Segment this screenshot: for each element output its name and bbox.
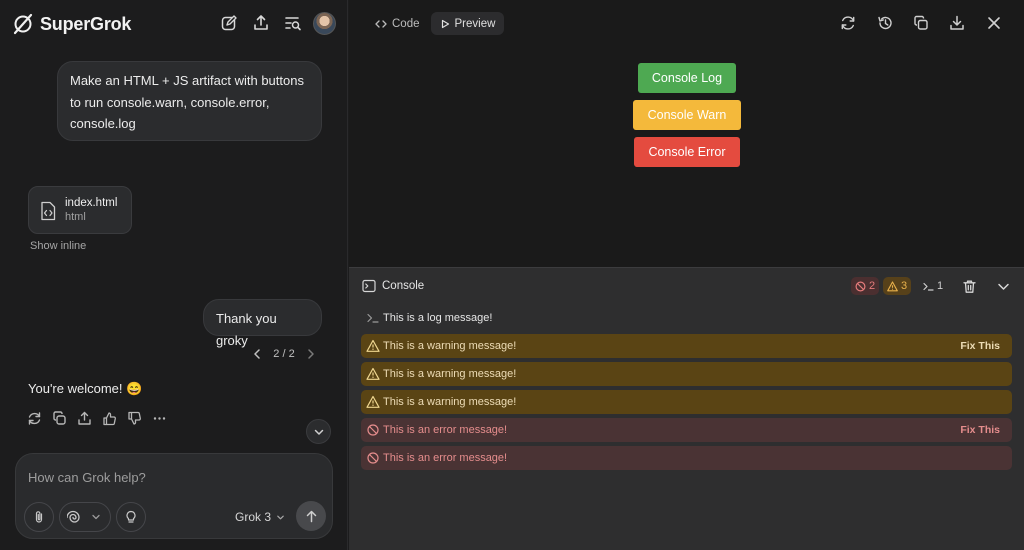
grok-logo-icon	[13, 13, 33, 35]
log-count-badge[interactable]: 1	[919, 277, 947, 295]
supergrok-logo[interactable]: SuperGrok	[12, 12, 131, 36]
warning-icon	[366, 339, 380, 352]
error-icon	[367, 452, 379, 464]
console-entry-text: This is a warning message!	[383, 368, 517, 380]
chevron-left-icon[interactable]	[251, 348, 263, 360]
thumbs-up-icon[interactable]	[102, 411, 117, 426]
arrow-up-icon	[306, 510, 316, 522]
console-log-button[interactable]: Console Log	[638, 63, 736, 93]
console-entry-warning: This is a warning message! Fix This	[361, 334, 1012, 358]
search-history-icon[interactable]	[284, 14, 302, 32]
console-entry-text: This is an error message!	[383, 424, 508, 436]
console-entry-warning: This is a warning message!	[361, 390, 1012, 414]
deepsearch-icon	[67, 510, 80, 523]
error-icon	[367, 424, 379, 436]
prompt-input[interactable]: How can Grok help?	[28, 470, 146, 485]
think-button[interactable]	[116, 502, 146, 532]
message-actions	[27, 411, 167, 426]
deepsearch-button[interactable]	[59, 502, 111, 532]
chevron-right-icon[interactable]	[305, 348, 317, 360]
attachment-name: index.html	[65, 197, 118, 209]
warning-count: 3	[901, 280, 908, 292]
trash-icon[interactable]	[962, 279, 977, 294]
copy-icon[interactable]	[52, 411, 67, 426]
log-count: 1	[937, 280, 944, 292]
chevron-down-icon[interactable]	[91, 512, 101, 522]
console-entry-text: This is a log message!	[383, 312, 493, 324]
console-entry-log: This is a log message!	[361, 306, 1012, 330]
chevron-down-icon	[277, 515, 284, 519]
artifact-panel: Code Preview Console Log Console Warn Co…	[349, 0, 1024, 550]
console-entry-text: This is a warning message!	[383, 396, 517, 408]
chat-panel: SuperGrok Make an HTML + JS artifact wit…	[0, 0, 348, 550]
send-button[interactable]	[296, 501, 326, 531]
console-error-button[interactable]: Console Error	[634, 137, 740, 167]
history-icon[interactable]	[877, 15, 893, 31]
console-entry-text: This is an error message!	[383, 452, 508, 464]
code-icon	[375, 19, 387, 28]
paperclip-icon	[35, 511, 43, 523]
close-icon[interactable]	[986, 15, 1002, 31]
tab-preview[interactable]: Preview	[430, 12, 505, 35]
more-icon[interactable]	[152, 411, 167, 426]
response-pager: 2 / 2	[251, 345, 317, 363]
warning-icon	[366, 367, 380, 380]
chevron-down-icon[interactable]	[996, 279, 1011, 294]
chevron-down-icon	[314, 429, 323, 435]
pager-label: 2 / 2	[273, 348, 295, 360]
console-entry-text: This is a warning message!	[383, 340, 517, 352]
console-entry-error: This is an error message!	[361, 446, 1012, 470]
prompt-icon	[923, 282, 934, 291]
show-inline-link[interactable]: Show inline	[30, 240, 86, 252]
error-count-badge[interactable]: 2	[851, 277, 880, 295]
prompt-icon	[367, 313, 379, 323]
attachment-card[interactable]: index.html html	[28, 186, 132, 234]
copy-icon[interactable]	[913, 15, 929, 31]
regenerate-icon[interactable]	[27, 411, 42, 426]
user-message: Thank you groky	[203, 299, 322, 348]
thumbs-down-icon[interactable]	[127, 411, 142, 426]
assistant-message: You're welcome! 😄	[28, 381, 143, 396]
error-icon	[855, 280, 866, 292]
user-avatar[interactable]	[313, 12, 336, 35]
lightbulb-icon	[126, 510, 136, 523]
refresh-icon[interactable]	[840, 15, 856, 31]
console-panel: Console 2 3 1 This is a log message! Thi…	[349, 267, 1024, 550]
console-warn-button[interactable]: Console Warn	[633, 100, 741, 130]
scroll-to-bottom-button[interactable]	[306, 419, 331, 444]
warning-count-badge[interactable]: 3	[883, 277, 912, 295]
tab-label: Preview	[454, 17, 496, 30]
share-icon[interactable]	[77, 411, 92, 426]
share-icon[interactable]	[252, 14, 270, 32]
attachment-type: html	[65, 211, 86, 223]
tab-label: Code	[392, 17, 420, 30]
warning-icon	[366, 395, 380, 408]
error-count: 2	[869, 280, 876, 292]
attach-button[interactable]	[24, 502, 54, 532]
console-title: Console	[382, 280, 425, 292]
terminal-icon	[362, 279, 376, 293]
composer: How can Grok help? Grok 3	[15, 453, 333, 539]
play-icon	[441, 19, 449, 28]
tab-code[interactable]: Code	[366, 12, 429, 35]
model-label: Grok 3	[235, 510, 272, 524]
app-name: SuperGrok	[40, 13, 132, 34]
new-chat-icon[interactable]	[220, 14, 238, 32]
fix-this-button[interactable]: Fix This	[960, 340, 1000, 352]
artifact-tabs: Code Preview	[366, 12, 505, 35]
code-file-icon	[41, 201, 56, 221]
console-entry-error: This is an error message! Fix This	[361, 418, 1012, 442]
console-entry-warning: This is a warning message!	[361, 362, 1012, 386]
warning-icon	[887, 280, 898, 291]
user-message: Make an HTML + JS artifact with buttons …	[57, 61, 322, 141]
model-selector[interactable]: Grok 3	[235, 510, 285, 524]
download-icon[interactable]	[949, 15, 965, 31]
fix-this-button[interactable]: Fix This	[960, 424, 1000, 436]
